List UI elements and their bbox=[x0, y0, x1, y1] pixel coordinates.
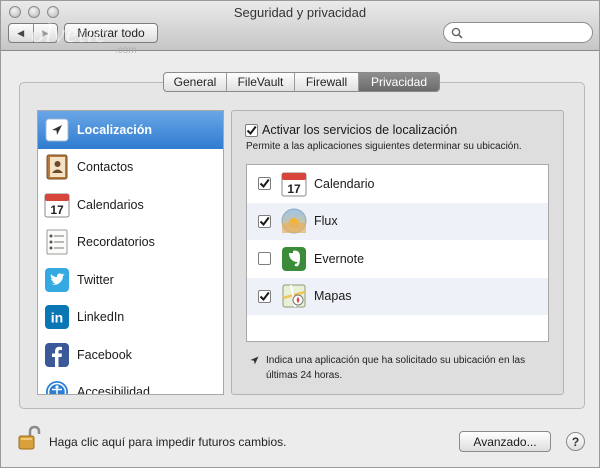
tab-general[interactable]: General bbox=[164, 73, 227, 91]
tab-firewall[interactable]: Firewall bbox=[295, 73, 359, 91]
enable-location-label: Activar los servicios de localización bbox=[262, 123, 458, 137]
location-description: Permite a las aplicaciones siguientes de… bbox=[246, 141, 522, 152]
sidebar-item-localizacion[interactable]: Localización bbox=[38, 111, 223, 149]
calendar-day-number: 17 bbox=[287, 182, 301, 196]
back-button[interactable]: ◀ bbox=[9, 24, 33, 42]
twitter-icon bbox=[44, 267, 70, 293]
sidebar-item-contactos[interactable]: Contactos bbox=[38, 149, 223, 187]
sidebar-item-linkedin[interactable]: in LinkedIn bbox=[38, 299, 223, 337]
sidebar-item-facebook[interactable]: Facebook bbox=[38, 336, 223, 374]
app-row-evernote[interactable]: Evernote bbox=[247, 240, 548, 278]
sidebar-item-label: Accesibilidad bbox=[77, 385, 150, 395]
app-checkbox-calendario[interactable] bbox=[258, 177, 271, 191]
checkmark-icon bbox=[259, 216, 270, 226]
location-arrow-icon bbox=[44, 117, 70, 143]
lock-description: Haga clic aquí para impedir futuros camb… bbox=[49, 435, 287, 449]
app-checkbox-evernote[interactable] bbox=[258, 252, 271, 266]
sidebar-item-twitter[interactable]: Twitter bbox=[38, 261, 223, 299]
app-label: Flux bbox=[314, 214, 338, 229]
sidebar-item-accesibilidad[interactable]: Accesibilidad bbox=[38, 374, 223, 395]
sidebar-item-recordatorios[interactable]: Recordatorios bbox=[38, 224, 223, 262]
checkmark-icon bbox=[259, 291, 270, 301]
app-row-mapas[interactable]: Mapas bbox=[247, 277, 548, 315]
sidebar-item-label: Facebook bbox=[77, 347, 132, 362]
preferences-window: Seguridad y privacidad ◀ ▶ Mostrar todo … bbox=[0, 0, 600, 468]
checkmark-icon bbox=[246, 125, 257, 135]
titlebar: Seguridad y privacidad ◀ ▶ Mostrar todo … bbox=[1, 1, 599, 56]
maps-icon bbox=[280, 283, 307, 310]
watermark-suffix: .com bbox=[115, 45, 137, 56]
app-row-flux[interactable]: Flux bbox=[247, 202, 548, 240]
sidebar-item-label: Recordatorios bbox=[77, 235, 155, 250]
contacts-icon bbox=[44, 154, 70, 180]
evernote-icon bbox=[280, 245, 307, 272]
sidebar-item-label: Localización bbox=[77, 122, 153, 137]
calendar-icon: 17 bbox=[280, 170, 307, 197]
linkedin-icon: in bbox=[44, 304, 70, 330]
sidebar-item-label: Calendarios bbox=[77, 197, 144, 212]
privacy-categories-list[interactable]: Localización Contactos 17 Calendarios Re… bbox=[37, 110, 224, 395]
location-footnote: Indica una aplicación que ha solicitado … bbox=[250, 353, 550, 383]
help-button[interactable]: ? bbox=[566, 432, 585, 451]
flux-icon bbox=[280, 208, 307, 235]
window-title: Seguridad y privacidad bbox=[233, 5, 367, 20]
accessibility-icon bbox=[44, 379, 70, 394]
search-field[interactable] bbox=[443, 22, 593, 43]
advanced-button[interactable]: Avanzado... bbox=[459, 431, 551, 452]
sidebar-item-label: Contactos bbox=[77, 160, 134, 175]
calendar-icon: 17 bbox=[44, 192, 70, 218]
calendar-day-number: 17 bbox=[50, 203, 64, 217]
location-arrow-icon bbox=[250, 356, 259, 365]
location-apps-list[interactable]: 17 Calendario Flux Evernote Mapas bbox=[246, 164, 549, 342]
search-icon bbox=[451, 27, 463, 39]
tab-bar: General FileVault Firewall Privacidad bbox=[163, 72, 440, 92]
sidebar-item-calendarios[interactable]: 17 Calendarios bbox=[38, 186, 223, 224]
tab-filevault[interactable]: FileVault bbox=[227, 73, 295, 91]
app-label: Mapas bbox=[314, 289, 352, 304]
app-row-calendario[interactable]: 17 Calendario bbox=[247, 165, 548, 203]
checkmark-icon bbox=[259, 179, 270, 189]
svg-text:in: in bbox=[51, 310, 63, 326]
reminders-icon bbox=[44, 229, 70, 255]
app-checkbox-mapas[interactable] bbox=[258, 289, 271, 303]
enable-location-row[interactable]: Activar los servicios de localización bbox=[245, 123, 457, 137]
search-input[interactable] bbox=[468, 25, 588, 40]
tab-privacidad[interactable]: Privacidad bbox=[359, 73, 439, 91]
facebook-icon bbox=[44, 342, 70, 368]
sidebar-item-label: LinkedIn bbox=[77, 310, 125, 325]
app-checkbox-flux[interactable] bbox=[258, 214, 271, 228]
app-label: Evernote bbox=[314, 251, 365, 266]
footnote-text: Indica una aplicación que ha solicitado … bbox=[266, 355, 526, 381]
app-label: Calendario bbox=[314, 176, 375, 191]
lock-icon[interactable] bbox=[17, 425, 43, 451]
watermark-text: olvetic bbox=[31, 19, 108, 48]
sidebar-item-label: Twitter bbox=[77, 272, 114, 287]
enable-location-checkbox[interactable] bbox=[245, 123, 258, 137]
